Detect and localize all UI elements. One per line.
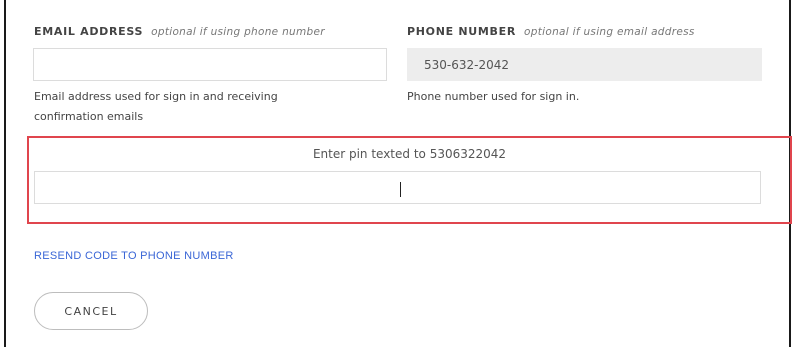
pin-input[interactable] <box>34 171 761 204</box>
pin-entry-highlight: Enter pin texted to 5306322042 <box>27 136 792 224</box>
phone-help: Phone number used for sign in. <box>407 90 580 103</box>
email-optional-note: optional if using phone number <box>151 26 325 38</box>
cancel-button[interactable]: CANCEL <box>34 292 148 330</box>
phone-input[interactable] <box>407 48 762 81</box>
phone-label-text: PHONE NUMBER <box>407 25 517 38</box>
email-help: Email address used for sign in and recei… <box>34 87 278 127</box>
pin-input-wrapper <box>34 171 761 204</box>
email-input[interactable] <box>33 48 387 81</box>
phone-optional-note: optional if using email address <box>524 26 695 38</box>
resend-code-link[interactable]: RESEND CODE TO PHONE NUMBER <box>34 250 234 262</box>
email-help-line1: Email address used for sign in and recei… <box>34 90 278 103</box>
pin-label: Enter pin texted to 5306322042 <box>312 147 507 161</box>
phone-label: PHONE NUMBER optional if using email addr… <box>407 25 695 38</box>
email-label-text: EMAIL ADDRESS <box>34 25 144 38</box>
email-label: EMAIL ADDRESS optional if using phone num… <box>34 25 325 38</box>
email-help-line2: confirmation emails <box>34 110 144 123</box>
text-caret <box>400 182 401 197</box>
